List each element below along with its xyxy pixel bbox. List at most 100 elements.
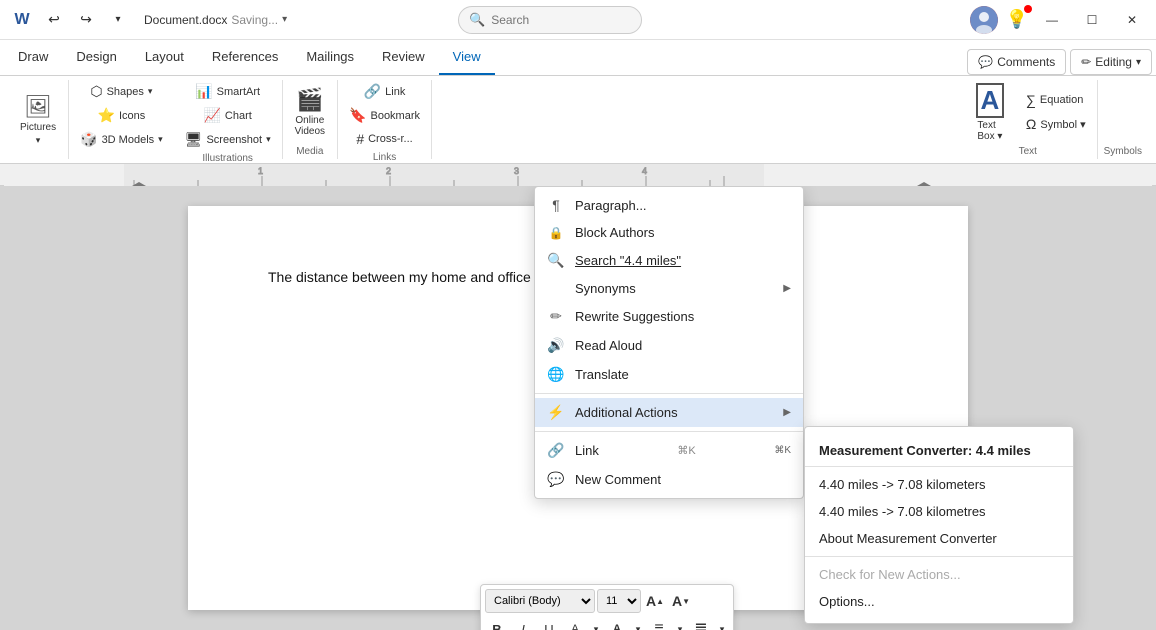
- comment-icon: 💬: [978, 55, 993, 69]
- group-illustrations: ⬡ Shapes ▾ ⭐ Icons 🎲 3D Models ▾: [69, 80, 174, 159]
- group-links: 🔗 Link 🔖 Bookmark # Cross-r... Links: [338, 80, 432, 159]
- notifications-icon-wrapper[interactable]: 💡: [1006, 9, 1028, 30]
- font-select[interactable]: Calibri (Body): [485, 589, 595, 613]
- group-media: 🎬 OnlineVideos Media: [283, 80, 338, 159]
- search-input[interactable]: [491, 13, 631, 27]
- link-button[interactable]: 🔗 Link: [359, 80, 411, 103]
- bold-button[interactable]: B: [485, 617, 509, 630]
- tab-draw[interactable]: Draw: [4, 40, 62, 75]
- pictures-button[interactable]: 🖼 Pictures ▾: [14, 90, 62, 150]
- close-button[interactable]: ✕: [1116, 6, 1148, 34]
- text-col: ∑ Equation Ω Symbol ▾: [1021, 89, 1091, 135]
- highlight-color-button[interactable]: A: [563, 617, 587, 630]
- svg-text:2: 2: [386, 166, 391, 176]
- tab-design[interactable]: Design: [62, 40, 130, 75]
- menu-item-translate[interactable]: 🌐 Translate: [535, 360, 803, 389]
- menu-item-read-aloud[interactable]: 🔊 Read Aloud: [535, 331, 803, 360]
- icons-button[interactable]: ⭐ Icons: [93, 104, 151, 127]
- svg-text:3: 3: [514, 166, 519, 176]
- menu-item-link[interactable]: 🔗 Link ⌘K ⌘K: [535, 436, 803, 465]
- online-videos-button[interactable]: 🎬 OnlineVideos: [289, 82, 331, 142]
- 3d-models-icon: 🎲: [80, 131, 97, 148]
- smartart-button[interactable]: 📊 SmartArt: [190, 80, 265, 103]
- ruler: 1 2 3 4: [0, 164, 1156, 186]
- font-size-select[interactable]: 11: [597, 589, 641, 613]
- maximize-button[interactable]: ☐: [1076, 6, 1108, 34]
- submenu-item-1[interactable]: 4.40 miles -> 7.08 kilometres: [805, 498, 1073, 525]
- menu-item-rewrite[interactable]: ✏ Rewrite Suggestions: [535, 302, 803, 331]
- 3d-models-button[interactable]: 🎲 3D Models ▾: [75, 128, 168, 151]
- search-menu-icon: 🔍: [547, 252, 565, 269]
- tab-review[interactable]: Review: [368, 40, 439, 75]
- highlight-dropdown[interactable]: ▾: [589, 617, 603, 630]
- symbol-button[interactable]: Ω Symbol ▾: [1021, 113, 1091, 135]
- mini-toolbar-row1: Calibri (Body) 11 A▲ A▼: [485, 589, 729, 613]
- menu-item-new-comment[interactable]: 💬 New Comment: [535, 465, 803, 494]
- bullets-dropdown[interactable]: ▾: [673, 617, 687, 630]
- numbering-dropdown[interactable]: ▾: [715, 617, 729, 630]
- editing-button[interactable]: ✏ Editing ▾: [1070, 49, 1152, 75]
- tab-view[interactable]: View: [439, 40, 495, 75]
- submenu-measurement-converter: Measurement Converter: 4.4 miles 4.40 mi…: [804, 426, 1074, 624]
- numbering-button[interactable]: ≣: [689, 617, 713, 630]
- svg-text:4: 4: [642, 166, 647, 176]
- synonyms-arrow: ▶: [783, 283, 791, 294]
- title-bar: W ↩ ↩ ▾ Document.docx Saving... ▾ 🔍 💡 — …: [0, 0, 1156, 40]
- tab-layout[interactable]: Layout: [131, 40, 198, 75]
- quick-access-dropdown[interactable]: ▾: [104, 6, 132, 34]
- submenu-item-0[interactable]: 4.40 miles -> 7.08 kilometers: [805, 471, 1073, 498]
- ribbon-spacer: [432, 80, 959, 159]
- decrease-font-button[interactable]: A▼: [669, 589, 693, 613]
- smartart-icon: 📊: [195, 83, 212, 100]
- increase-font-button[interactable]: A▲: [643, 589, 667, 613]
- edit-icon: ✏: [1081, 55, 1091, 69]
- textbox-button[interactable]: A TextBox ▾: [965, 82, 1015, 142]
- shapes-button[interactable]: ⬡ Shapes ▾: [85, 80, 157, 103]
- search-box[interactable]: 🔍: [458, 6, 642, 34]
- equation-button[interactable]: ∑ Equation: [1021, 89, 1091, 111]
- search-icon: 🔍: [469, 12, 485, 28]
- chart-button[interactable]: 📈 Chart: [198, 104, 256, 127]
- screenshot-button[interactable]: 🖥 Screenshot ▾: [180, 128, 276, 151]
- online-videos-icon: 🎬: [296, 87, 323, 113]
- menu-item-search[interactable]: 🔍 Search "4.4 miles": [535, 246, 803, 275]
- title-bar-left: W ↩ ↩ ▾ Document.docx Saving... ▾: [8, 6, 295, 34]
- italic-button[interactable]: I: [511, 617, 535, 630]
- new-comment-icon: 💬: [547, 471, 565, 488]
- cross-reference-button[interactable]: # Cross-r...: [351, 128, 417, 150]
- menu-item-synonyms[interactable]: Synonyms ▶: [535, 275, 803, 302]
- tab-references[interactable]: References: [198, 40, 292, 75]
- menu-item-block-authors[interactable]: 🔒 Block Authors: [535, 219, 803, 246]
- menu-item-paragraph[interactable]: ¶ Paragraph...: [535, 191, 803, 219]
- additional-actions-icon: ⚡: [547, 404, 565, 421]
- ribbon-right-controls: 💬 Comments ✏ Editing ▾: [967, 49, 1152, 75]
- group-text: A TextBox ▾ ∑ Equation Ω Symbol ▾ Text: [959, 80, 1098, 159]
- bullets-button[interactable]: ≡: [647, 617, 671, 630]
- link-shortcut: ⌘K: [677, 444, 695, 457]
- comments-button[interactable]: 💬 Comments: [967, 49, 1066, 75]
- minimize-button[interactable]: —: [1036, 6, 1068, 34]
- title-bar-right: 💡 — ☐ ✕: [970, 6, 1148, 34]
- bookmark-button[interactable]: 🔖 Bookmark: [344, 104, 425, 127]
- tab-mailings[interactable]: Mailings: [292, 40, 368, 75]
- submenu-item-4[interactable]: Options...: [805, 588, 1073, 615]
- redo-button[interactable]: ↩: [72, 6, 100, 34]
- symbols-label: Symbols: [1104, 146, 1142, 159]
- word-icon: W: [8, 6, 36, 34]
- text-label: Text: [1019, 146, 1037, 159]
- font-color-dropdown[interactable]: ▾: [631, 617, 645, 630]
- font-color-button[interactable]: A: [605, 617, 629, 630]
- links-label: Links: [373, 152, 396, 164]
- menu-separator-2: [535, 431, 803, 432]
- undo-button[interactable]: ↩: [40, 6, 68, 34]
- ruler-svg: 1 2 3 4: [4, 164, 1152, 186]
- shapes-icon: ⬡: [90, 83, 102, 100]
- underline-button[interactable]: U: [537, 617, 561, 630]
- cross-ref-icon: #: [356, 131, 364, 147]
- additional-actions-arrow: ▶: [783, 407, 791, 418]
- menu-item-additional-actions[interactable]: ⚡ Additional Actions ▶: [535, 398, 803, 427]
- submenu-item-2[interactable]: About Measurement Converter: [805, 525, 1073, 552]
- submenu-item-3: Check for New Actions...: [805, 561, 1073, 588]
- translate-icon: 🌐: [547, 366, 565, 383]
- document-area: The distance between my home and office …: [0, 186, 1156, 630]
